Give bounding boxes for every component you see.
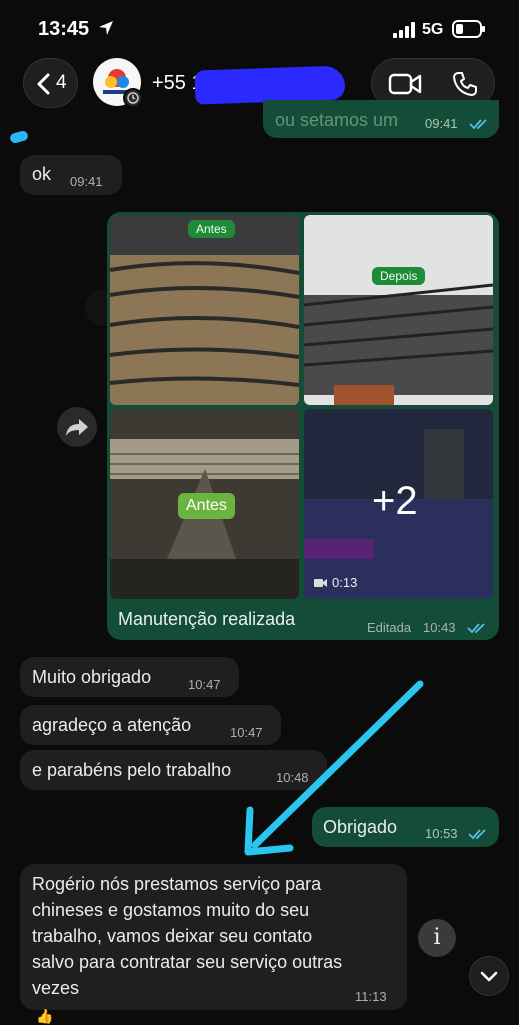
message-incoming[interactable]: e parabéns pelo trabalho 10:48 — [20, 750, 327, 790]
read-ticks-icon — [469, 119, 487, 130]
message-text-line: salvo para contratar seu serviço outras — [32, 952, 343, 972]
message-text: e parabéns pelo trabalho — [32, 760, 232, 780]
network-type: 5G — [422, 21, 444, 38]
location-arrow-icon — [99, 21, 113, 35]
photo-label-depois: Depois — [372, 267, 426, 285]
read-ticks-icon — [467, 623, 485, 634]
cellular-signal-icon — [393, 22, 415, 38]
message-outgoing[interactable]: Obrigado 10:53 — [312, 807, 499, 847]
status-time: 13:45 — [38, 18, 90, 40]
message-incoming[interactable]: Muito obrigado 10:47 — [20, 657, 239, 697]
message-text-line: chineses e gostamos muito do seu — [32, 900, 310, 920]
chevron-left-icon — [37, 73, 50, 95]
message-text-line: Rogério nós prestamos serviço para — [32, 874, 322, 894]
reaction-emoji-icon[interactable]: 👍 — [36, 1008, 53, 1025]
edited-label: Editada — [367, 620, 412, 635]
more-media-count: +2 — [372, 479, 418, 523]
video-thumbnail-more[interactable]: +2 0:13 — [304, 409, 493, 599]
message-text: ou setamos um — [275, 110, 399, 130]
media-caption: Manutenção realizada — [118, 609, 296, 629]
photo-label-antes: Antes — [178, 493, 235, 519]
message-time: 10:48 — [276, 770, 309, 785]
video-call-icon[interactable] — [388, 72, 422, 96]
status-ring-badge — [123, 88, 143, 108]
unread-chats-count: 4 — [56, 72, 67, 93]
message-time: 10:47 — [230, 725, 263, 740]
clock-icon — [127, 92, 139, 104]
message-text-line: vezes — [32, 978, 80, 998]
video-duration: 0:13 — [332, 575, 358, 590]
battery-icon — [452, 20, 485, 38]
message-outgoing-partial[interactable]: ou setamos um 09:41 — [263, 100, 499, 138]
message-time: 10:53 — [425, 826, 458, 841]
phone-call-icon[interactable] — [452, 71, 478, 97]
message-incoming[interactable]: agradeço a atenção 10:47 — [20, 705, 281, 745]
message-text: agradeço a atenção — [32, 715, 192, 735]
forward-button[interactable] — [57, 407, 97, 447]
message-outgoing-media[interactable]: Antes Depois Antes +2 0:13 Manutenção re… — [107, 212, 499, 640]
message-text: Obrigado — [323, 817, 398, 837]
video-camera-icon — [314, 579, 327, 587]
photo-thumbnail[interactable]: Depois — [304, 215, 493, 405]
message-time: 11:13 — [355, 989, 387, 1004]
message-incoming[interactable]: ok 09:41 — [20, 155, 122, 195]
back-button[interactable]: 4 — [23, 58, 78, 108]
chevron-down-icon — [480, 971, 498, 982]
photo-thumbnail[interactable]: Antes — [110, 215, 299, 405]
message-time: 09:41 — [70, 174, 103, 189]
message-incoming[interactable]: Rogério nós prestamos serviço para chine… — [20, 864, 407, 1010]
message-time: 10:47 — [188, 677, 221, 692]
photo-thumbnail[interactable]: Antes — [110, 409, 299, 599]
message-text: ok — [32, 164, 52, 184]
message-time: 09:41 — [425, 116, 458, 131]
redaction-scribble — [194, 65, 346, 105]
info-button[interactable]: i — [418, 919, 456, 957]
read-ticks-icon — [468, 829, 486, 840]
message-text: Muito obrigado — [32, 667, 152, 687]
photo-label-antes: Antes — [188, 220, 235, 238]
forward-arrow-icon — [66, 419, 88, 436]
message-text-line: trabalho, vamos deixar seu contato — [32, 926, 313, 946]
status-bar: 13:45 5G — [0, 0, 519, 50]
scroll-to-bottom-button[interactable] — [469, 956, 509, 996]
message-time: 10:43 — [423, 620, 456, 635]
